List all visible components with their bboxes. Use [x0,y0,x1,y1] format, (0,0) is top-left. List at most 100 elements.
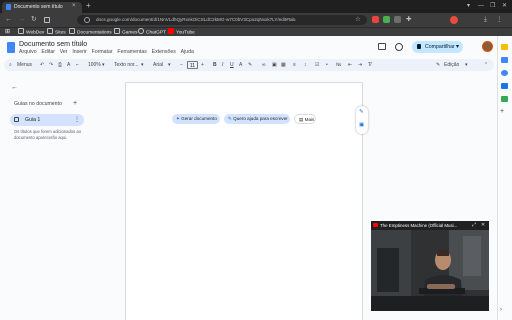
calendar-icon[interactable] [501,57,508,63]
meet-icon[interactable] [395,43,403,51]
tab-close-icon[interactable]: × [72,2,76,11]
video-frame[interactable] [371,230,489,311]
clear-format-icon[interactable]: T̸ [368,59,371,71]
extension-icon[interactable] [394,16,401,23]
bookmark-label: ChatGPT [146,30,166,36]
menu-extensoes[interactable]: Extensões [152,49,176,55]
font-size-input[interactable]: 11 [187,61,198,69]
line-spacing-icon[interactable]: ↕ [304,59,307,71]
contacts-icon[interactable] [501,83,508,89]
generate-document-chip[interactable]: ✦ Gerar documento [172,114,220,124]
menus-search[interactable]: Menus [17,59,32,71]
menu-ver[interactable]: Ver [60,49,68,55]
spellcheck-icon[interactable]: A [67,59,70,71]
zoom-select[interactable]: 100% [88,59,101,71]
paint-format-icon[interactable]: ⌐ [76,59,79,71]
bookmark-star-icon[interactable]: ☆ [355,13,361,27]
profile-avatar[interactable] [450,16,458,24]
extension-icon[interactable] [383,16,390,23]
chip-label: Quero ajuda para escrever [233,116,288,121]
extension-icon[interactable] [372,16,379,23]
editing-mode-label: Edição [444,62,460,68]
home-icon[interactable] [44,17,50,23]
bookmark-label: Games [122,30,138,36]
tab-search-icon[interactable]: ▾ [467,1,470,11]
comment-add-icon[interactable]: ▣ [272,59,277,71]
url-text[interactable]: docs.google.com/document/d/1NnVLdhQyRxnk… [96,16,296,24]
share-dropdown-icon[interactable]: ▾ [456,41,459,53]
more-chip[interactable]: ▤ Mais [294,114,316,124]
undo-icon[interactable]: ↶ [40,59,44,71]
close-window-button[interactable]: ✕ [502,1,507,11]
youtube-icon [373,223,378,227]
keep-icon[interactable] [501,44,508,50]
checklist-icon[interactable]: ☑ [315,59,319,71]
back-button[interactable]: ← [5,13,12,27]
docs-logo-icon[interactable] [7,42,15,53]
increase-size-icon[interactable]: + [201,59,204,71]
outline-tab-label: Guia 1 [25,117,41,123]
more-options-icon[interactable]: ⋮ [74,114,80,126]
help-me-write-icon[interactable]: ✎ [359,109,364,116]
reload-button[interactable]: ↻ [31,13,37,27]
youtube-icon [168,28,174,34]
align-icon[interactable]: ≡ [293,59,296,71]
menu-arquivo[interactable]: Arquivo [19,49,37,55]
close-outline-icon[interactable]: ← [11,84,18,92]
menu-formatar[interactable]: Formatar [92,49,113,55]
new-tab-button[interactable]: + [86,1,91,11]
style-select[interactable]: Texto nor... [114,59,140,71]
image-icon[interactable]: ▦ [281,59,286,71]
font-select[interactable]: Arial [153,59,163,71]
maps-icon[interactable] [501,96,508,102]
puzzle-extensions-icon[interactable]: ✚ [406,13,411,27]
comments-icon[interactable] [378,43,386,50]
menu-editar[interactable]: Editar [41,49,55,55]
browser-toolbar: ← → ↻ docs.google.com/document/d/1NnVLdh… [0,13,512,27]
search-icon[interactable]: ⌕ [9,59,12,71]
collapse-menus-icon[interactable]: ⌃ [484,59,488,71]
pip-video-title: The Emptiness Machine (Official Musi... [380,223,458,228]
tasks-icon[interactable] [501,70,508,76]
editing-mode-select[interactable]: ✎ Edição ▾ [435,60,479,70]
avatar[interactable] [482,41,493,52]
menu-ferramentas[interactable]: Ferramentas [117,49,146,55]
forward-button[interactable]: → [18,13,25,27]
browser-menu-icon[interactable]: ⋮ [496,13,503,27]
add-tab-icon[interactable]: + [73,100,77,108]
help-me-write-chip[interactable]: ✎ Quero ajuda para escrever [224,114,290,124]
maximize-button[interactable]: ❐ [490,1,495,11]
bulleted-list-icon[interactable]: • [326,59,328,71]
link-icon[interactable]: ∞ [262,59,266,71]
highlight-icon[interactable]: ✎ [248,59,252,71]
browser-tab[interactable]: Documento sem título × [2,2,82,13]
outline-tab-item[interactable] [10,114,84,126]
underline-icon[interactable]: U [230,59,234,71]
indent-more-icon[interactable]: ⇥ [358,59,362,71]
menu-inserir[interactable]: Inserir [72,49,86,55]
back-to-tab-icon[interactable]: ⤢ [472,221,476,230]
italic-icon[interactable]: I [222,59,223,71]
text-color-icon[interactable]: A [239,59,242,71]
indent-less-icon[interactable]: ⇤ [348,59,352,71]
print-icon[interactable]: ⎙ [58,59,62,71]
hide-side-panel-icon[interactable]: › [500,307,502,313]
add-on-plus-icon[interactable]: + [500,108,504,115]
redo-icon[interactable]: ↷ [49,59,53,71]
bold-icon[interactable]: B [213,59,217,71]
menu-ajuda[interactable]: Ajuda [181,49,194,55]
lock-icon [417,44,421,49]
minimize-button[interactable]: — [478,1,484,11]
document-title[interactable]: Documento sem título [19,40,87,49]
close-pip-icon[interactable]: ✕ [481,221,485,230]
downloads-icon[interactable]: ⤓ [484,13,487,27]
tab-strip: Documento sem título × + ▾ — ❐ ✕ [0,0,512,13]
apps-grid-icon[interactable]: ⊞ [5,28,10,36]
decrease-size-icon[interactable]: − [180,59,183,71]
add-image-icon[interactable]: ▣ [359,122,364,129]
bookmark-label: Documentations [77,30,112,36]
bookmark-label: YouTube [176,30,195,36]
star-icon[interactable]: ☆ [78,40,83,49]
numbered-list-icon[interactable]: № [336,59,341,71]
site-info-icon[interactable] [84,17,90,23]
